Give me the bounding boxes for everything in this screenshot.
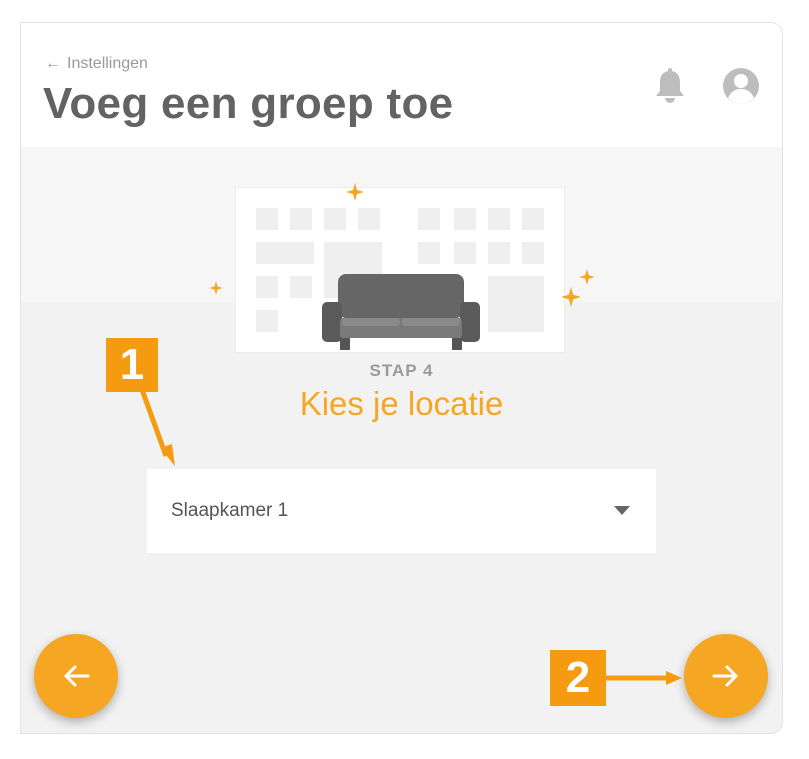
previous-step-button[interactable]: [34, 634, 118, 718]
annotation-marker-2: 2: [550, 650, 606, 706]
window-tile: [488, 208, 510, 230]
arrow-left-icon: ←: [45, 55, 61, 72]
window-tile: [488, 276, 544, 332]
caret-down-icon: [614, 506, 630, 515]
window-tile: [488, 242, 510, 264]
window-tile: [290, 208, 312, 230]
window-tile: [522, 242, 544, 264]
page-title: Voeg een groep toe: [43, 79, 454, 128]
sparkle-icon: [346, 183, 364, 201]
window-tile: [358, 208, 380, 230]
arrow-right-icon: [712, 665, 738, 687]
annotation-marker-1: 1: [106, 338, 158, 392]
window-tile: [256, 208, 278, 230]
window-tile: [256, 310, 278, 332]
location-select-value: Slaapkamer 1: [171, 500, 289, 521]
user-menu-button[interactable]: [722, 67, 760, 105]
window-tile: [454, 242, 476, 264]
sparkle-icon: [561, 287, 581, 307]
window-tile: [256, 242, 314, 264]
back-link-label: Instellingen: [67, 55, 148, 72]
window-tile: [418, 242, 440, 264]
window-tile: [418, 208, 440, 230]
window-tile: [256, 276, 278, 298]
back-link-settings[interactable]: ← Instellingen: [45, 55, 148, 73]
sparkle-icon: [579, 269, 595, 285]
room-illustration: [235, 187, 565, 353]
window-tile: [290, 276, 312, 298]
sofa-icon: [322, 274, 480, 350]
window-tile: [324, 208, 346, 230]
next-step-button[interactable]: [684, 634, 768, 718]
window-tile: [522, 208, 544, 230]
user-avatar-icon: [723, 68, 759, 104]
notifications-button[interactable]: [653, 67, 687, 105]
window-tile: [454, 208, 476, 230]
arrow-left-icon: [64, 665, 90, 687]
sparkle-icon: [209, 281, 223, 295]
location-select[interactable]: Slaapkamer 1: [147, 469, 656, 553]
bell-icon: [656, 68, 684, 103]
